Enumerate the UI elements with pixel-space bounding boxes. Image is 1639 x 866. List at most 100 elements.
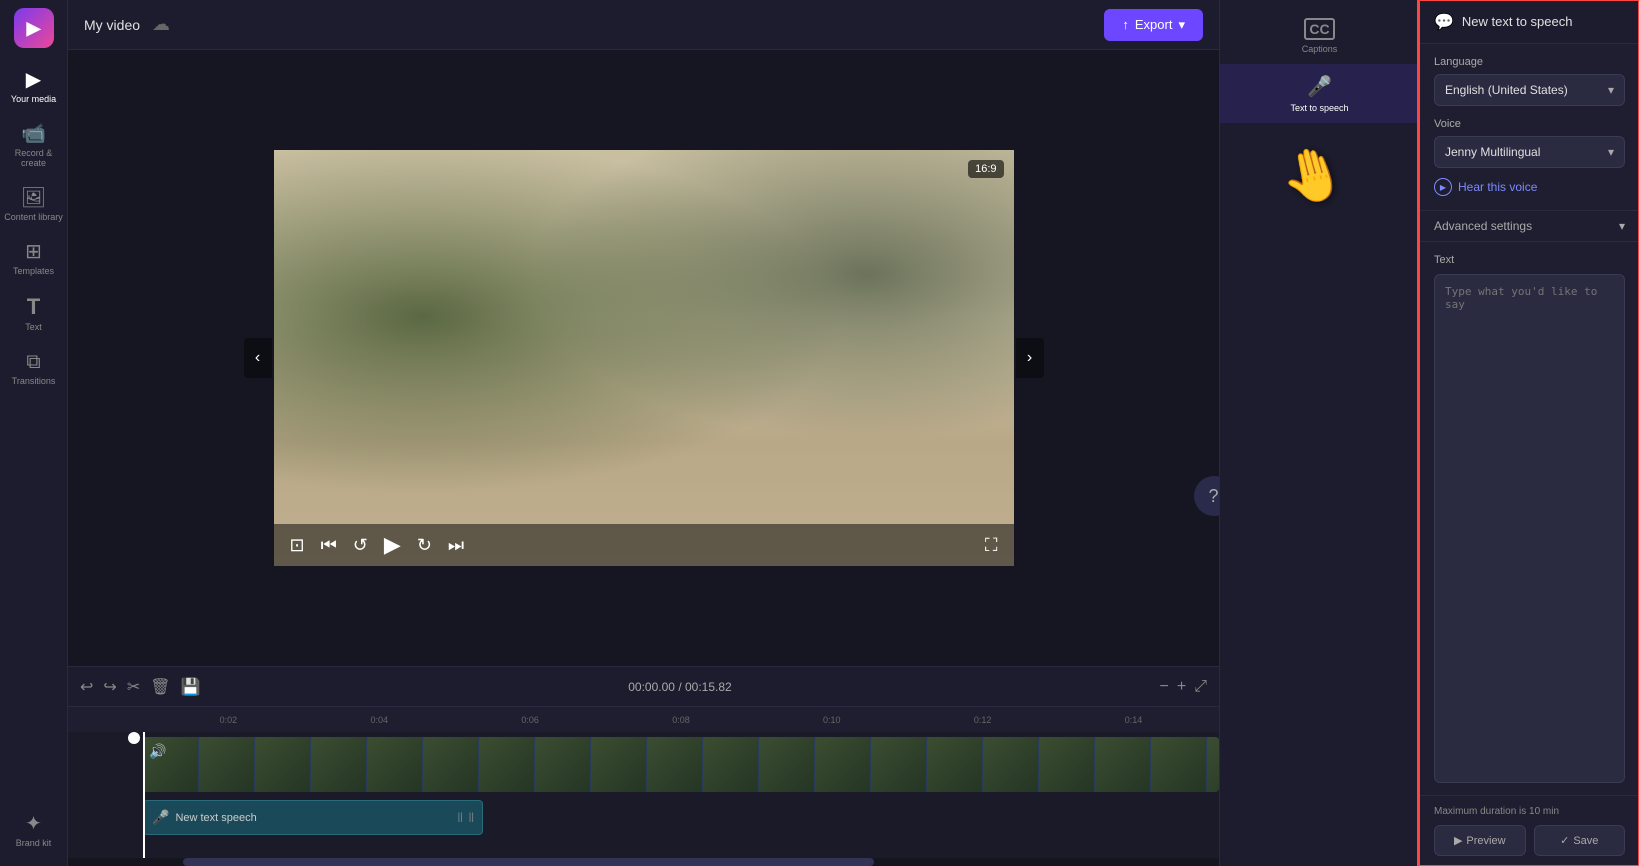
max-duration-text: Maximum duration is 10 min bbox=[1434, 806, 1625, 817]
tts-voice-section: Voice Jenny Multilingual ▾ ▶ Hear this v… bbox=[1420, 118, 1639, 210]
sidebar-item-transitions[interactable]: ⧉ Transitions bbox=[0, 342, 67, 396]
current-time: 00:00.00 bbox=[628, 680, 675, 694]
app-logo[interactable]: ▶ bbox=[14, 8, 54, 48]
forward-button[interactable]: ↻ bbox=[417, 535, 432, 556]
tts-action-buttons: ▶ Preview ✓ Save bbox=[1434, 825, 1625, 856]
tts-language-section: Language English (United States) ▾ bbox=[1420, 44, 1639, 118]
tts-track-handle-left[interactable]: || bbox=[458, 812, 463, 823]
advanced-settings-row[interactable]: Advanced settings ▾ bbox=[1420, 210, 1639, 242]
templates-icon: ⊞ bbox=[25, 242, 42, 262]
sidebar-item-text[interactable]: T Text bbox=[0, 286, 67, 342]
captions-panel-button[interactable]: CC Captions bbox=[1220, 8, 1419, 64]
tts-sidebar-label: Text to speech bbox=[1290, 103, 1348, 113]
tts-panel: 💬 New text to speech Language English (U… bbox=[1419, 0, 1639, 866]
tts-sidebar-icon: 🎤 bbox=[1307, 74, 1332, 99]
tts-panel-button[interactable]: 🎤 Text to speech bbox=[1220, 64, 1419, 123]
video-nav-left-button[interactable]: ‹ bbox=[244, 338, 272, 378]
text-input[interactable] bbox=[1434, 274, 1625, 783]
voice-chevron-icon: ▾ bbox=[1608, 145, 1614, 159]
text-icon: T bbox=[27, 296, 40, 318]
language-value: English (United States) bbox=[1445, 83, 1568, 97]
sidebar-item-templates[interactable]: ⊞ Templates bbox=[0, 232, 67, 286]
ruler-mark-3: 0:08 bbox=[672, 715, 690, 725]
track-frame bbox=[703, 737, 758, 792]
fullscreen-button[interactable]: ⛶ bbox=[985, 535, 998, 556]
video-nav-right-button[interactable]: › bbox=[1016, 338, 1044, 378]
advanced-settings-chevron-icon: ▾ bbox=[1619, 219, 1625, 233]
ruler-mark-6: 0:14 bbox=[1125, 715, 1143, 725]
skip-forward-button[interactable]: ⏭ bbox=[448, 535, 464, 556]
track-frame bbox=[871, 737, 926, 792]
save-tts-button[interactable]: ✓ Save bbox=[1534, 825, 1626, 856]
tts-track-handle-right[interactable]: || bbox=[469, 812, 474, 823]
sidebar-item-label-text: Text bbox=[25, 322, 42, 332]
hear-voice-label: Hear this voice bbox=[1458, 180, 1537, 194]
sidebar-item-brand[interactable]: ✦ Brand kit bbox=[0, 804, 67, 858]
track-frame bbox=[423, 737, 478, 792]
sidebar-item-content[interactable]: 🖼 Content library bbox=[0, 178, 67, 232]
rewind-button[interactable]: ↺ bbox=[353, 535, 368, 556]
language-dropdown[interactable]: English (United States) ▾ bbox=[1434, 74, 1625, 106]
save-timeline-button[interactable]: 💾 bbox=[181, 677, 201, 697]
playhead-line bbox=[143, 732, 145, 858]
video-track[interactable]: 🔊 bbox=[143, 737, 1219, 792]
time-separator: / bbox=[678, 680, 685, 694]
expand-timeline-button[interactable]: ⤢ bbox=[1194, 678, 1207, 696]
save-icon: ✓ bbox=[1560, 834, 1569, 847]
sidebar-item-label-record: Record & create bbox=[4, 148, 63, 168]
help-bubble[interactable]: ? bbox=[1194, 476, 1220, 516]
track-frame bbox=[1095, 737, 1150, 792]
skip-back-button[interactable]: ⏮ bbox=[321, 535, 337, 556]
track-frame bbox=[367, 737, 422, 792]
play-button[interactable]: ▶ bbox=[384, 532, 401, 558]
text-section-label: Text bbox=[1434, 254, 1625, 266]
export-label: Export bbox=[1135, 17, 1173, 32]
sidebar-item-your-media[interactable]: ▶ Your media bbox=[0, 60, 67, 114]
cursor-hand-icon: 🤚 bbox=[1273, 134, 1366, 214]
track-frame bbox=[479, 737, 534, 792]
sidebar-item-label-brand: Brand kit bbox=[16, 838, 52, 848]
tts-panel-header-icon: 💬 bbox=[1434, 12, 1454, 32]
cut-button[interactable]: ✂ bbox=[127, 677, 140, 697]
scene-button[interactable]: ⊡ bbox=[290, 535, 305, 556]
undo-button[interactable]: ↩ bbox=[80, 677, 93, 697]
ruler-mark-5: 0:12 bbox=[974, 715, 992, 725]
advanced-settings-label: Advanced settings bbox=[1434, 219, 1532, 233]
cursor-area: 🤚 bbox=[1280, 143, 1360, 223]
sidebar-item-label-templates: Templates bbox=[13, 266, 54, 276]
save-label: Save bbox=[1573, 835, 1598, 847]
language-chevron-icon: ▾ bbox=[1608, 83, 1614, 97]
content-icon: 🖼 bbox=[21, 188, 46, 208]
delete-button[interactable]: 🗑 bbox=[150, 677, 170, 697]
export-button[interactable]: ↑ Export ▾ bbox=[1104, 9, 1203, 41]
playhead-marker bbox=[128, 732, 140, 744]
captions-label: Captions bbox=[1302, 44, 1338, 54]
hear-voice-button[interactable]: ▶ Hear this voice bbox=[1434, 176, 1537, 198]
language-label: Language bbox=[1434, 56, 1625, 68]
sidebar-item-label-your-media: Your media bbox=[11, 94, 56, 104]
your-media-icon: ▶ bbox=[26, 70, 41, 90]
zoom-out-button[interactable]: − bbox=[1160, 678, 1169, 696]
preview-button[interactable]: ▶ Preview bbox=[1434, 825, 1526, 856]
timeline-scrollbar[interactable] bbox=[68, 858, 1219, 866]
track-frame bbox=[255, 737, 310, 792]
voice-dropdown[interactable]: Jenny Multilingual ▾ bbox=[1434, 136, 1625, 168]
video-frame: 16:9 bbox=[274, 150, 1014, 566]
sidebar-item-record[interactable]: 📹 Record & create bbox=[0, 114, 67, 178]
zoom-in-button[interactable]: + bbox=[1177, 678, 1186, 696]
sidebar-item-label-content: Content library bbox=[4, 212, 63, 222]
sidebar-item-label-transitions: Transitions bbox=[12, 376, 56, 386]
track-frame bbox=[927, 737, 982, 792]
timeline-scrollbar-thumb[interactable] bbox=[183, 858, 874, 866]
timeline-zoom-controls: − + ⤢ bbox=[1160, 678, 1208, 696]
ruler-mark-0: 0:02 bbox=[220, 715, 238, 725]
tts-track[interactable]: 🎤 New text speech || || bbox=[143, 800, 483, 835]
timeline-track: 🔊 bbox=[68, 732, 1219, 858]
track-frame bbox=[311, 737, 366, 792]
total-time: 00:15.82 bbox=[685, 680, 732, 694]
timeline-time: 00:00.00 / 00:15.82 bbox=[210, 680, 1149, 694]
logo-icon: ▶ bbox=[27, 18, 41, 39]
captions-icon: CC bbox=[1304, 18, 1334, 40]
preview-icon: ▶ bbox=[1454, 834, 1462, 847]
redo-button[interactable]: ↪ bbox=[103, 677, 116, 697]
